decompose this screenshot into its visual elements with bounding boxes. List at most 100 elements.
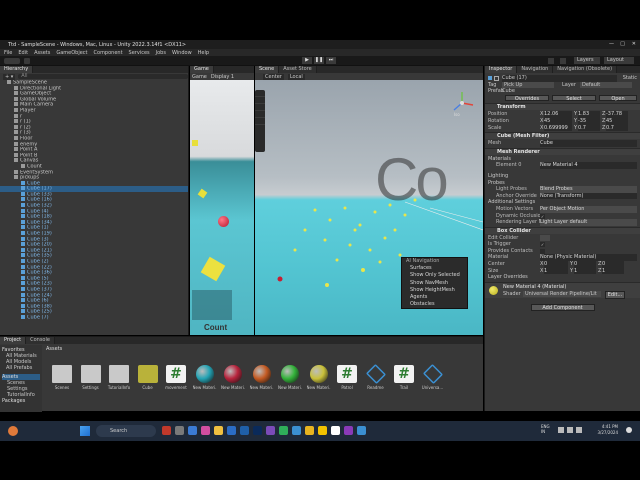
- active-checkbox[interactable]: [494, 76, 499, 81]
- transform-tool-icon[interactable]: [255, 125, 265, 132]
- app-icon[interactable]: [292, 426, 301, 435]
- size-z[interactable]: 1: [602, 267, 624, 275]
- tab-project[interactable]: Project: [0, 337, 27, 344]
- select-button[interactable]: Select: [552, 94, 596, 102]
- asset-item[interactable]: New Materi...: [221, 365, 245, 390]
- overrides-button[interactable]: Overrides: [505, 94, 549, 102]
- menu-file[interactable]: File: [4, 50, 12, 56]
- tag-dropdown[interactable]: Pick Up: [502, 81, 554, 89]
- static-label[interactable]: Static: [623, 75, 637, 82]
- scale-tool-icon[interactable]: [255, 111, 265, 118]
- favorite-item[interactable]: All Prefabs: [2, 365, 40, 371]
- nav-surfaces[interactable]: Surfaces: [402, 265, 467, 272]
- center-y[interactable]: 0: [574, 261, 596, 268]
- wifi-icon[interactable]: [558, 427, 564, 433]
- asset-item[interactable]: Settings: [79, 365, 103, 390]
- nav-show-navmesh[interactable]: Show NavMesh: [402, 280, 467, 287]
- tab-navigation-obsolete[interactable]: Navigation (Obsolete): [553, 66, 618, 73]
- collider-material-field[interactable]: None (Physic Material): [540, 254, 637, 262]
- anchor-field[interactable]: None (Transform): [540, 192, 637, 200]
- app-icon[interactable]: [357, 426, 366, 435]
- asset-item[interactable]: TutorialInfo: [107, 365, 131, 390]
- asset-item[interactable]: New Materi...: [278, 365, 302, 390]
- menu-gameobject[interactable]: GameObject: [56, 50, 87, 56]
- packages-label[interactable]: Packages: [2, 398, 40, 404]
- tab-game[interactable]: Game: [190, 66, 214, 73]
- element0-field[interactable]: New Material 4: [540, 162, 637, 169]
- layout-dropdown[interactable]: Layout: [604, 57, 634, 64]
- hierarchy-item[interactable]: Cube (7): [0, 314, 188, 321]
- transform-header[interactable]: Transform: [485, 103, 640, 111]
- nav-obstacles[interactable]: Obstacles: [402, 301, 467, 308]
- menu-services[interactable]: Services: [129, 50, 150, 56]
- game-mode-dropdown[interactable]: Game: [192, 74, 207, 80]
- asset-item[interactable]: New Materi...: [250, 365, 274, 390]
- asset-item[interactable]: Universa...: [421, 363, 445, 390]
- hierarchy-search-input[interactable]: All: [18, 74, 188, 79]
- asset-item[interactable]: # Trail: [392, 365, 416, 390]
- materials-row[interactable]: Materials: [488, 156, 637, 163]
- language-indicator[interactable]: ENG IN: [541, 424, 550, 434]
- object-name-field[interactable]: Cube (17): [502, 75, 617, 82]
- dynamic-checkbox[interactable]: ✓: [540, 213, 545, 219]
- rotation-x[interactable]: 45: [544, 117, 572, 125]
- hand-tool-icon[interactable]: [255, 90, 265, 97]
- whatsapp-icon[interactable]: [279, 426, 288, 435]
- scene-viewport[interactable]: Co Iso AI Navigation Surfaces Show Only …: [255, 80, 483, 335]
- shader-dropdown[interactable]: Universal Render Pipeline/Lit: [523, 290, 601, 297]
- rendering-dropdown[interactable]: Light Layer default: [540, 219, 637, 226]
- is-trigger-checkbox[interactable]: ✓: [540, 242, 545, 248]
- lighting-row[interactable]: Lighting: [488, 173, 637, 180]
- probes-row[interactable]: Probes: [488, 180, 637, 187]
- volume-icon[interactable]: [567, 427, 573, 433]
- nav-agents[interactable]: Agents: [402, 294, 467, 301]
- edge-icon[interactable]: [227, 426, 236, 435]
- app-icon[interactable]: [240, 426, 249, 435]
- rotation-z[interactable]: 45: [606, 117, 628, 125]
- provides-contacts-checkbox[interactable]: [540, 248, 545, 254]
- menu-component[interactable]: Component: [94, 50, 123, 56]
- motion-dropdown[interactable]: Per Object Motion: [540, 205, 637, 213]
- asset-item[interactable]: New Materi...: [307, 365, 331, 390]
- scene-gizmo[interactable]: Iso: [449, 90, 475, 117]
- position-x[interactable]: 12.06: [544, 111, 572, 118]
- rotation-y[interactable]: -35: [578, 117, 600, 125]
- ai-navigation-overlay[interactable]: AI Navigation Surfaces Show Only Selecte…: [401, 257, 468, 309]
- tab-console[interactable]: Console: [26, 337, 55, 344]
- unity-icon[interactable]: [331, 426, 340, 435]
- light-probes-dropdown[interactable]: Blend Probes: [540, 186, 637, 193]
- display-dropdown[interactable]: Display 1: [211, 74, 234, 80]
- menu-help[interactable]: Help: [198, 50, 209, 56]
- create-button[interactable]: + ▾: [3, 73, 16, 80]
- game-viewport[interactable]: Count: [190, 80, 254, 335]
- menu-window[interactable]: Window: [172, 50, 192, 56]
- chrome-icon[interactable]: [305, 426, 314, 435]
- close-icon[interactable]: ✕: [632, 41, 636, 47]
- scale-y[interactable]: 0.7: [578, 124, 600, 132]
- rotate-tool-icon[interactable]: [255, 104, 265, 111]
- app-icon[interactable]: [162, 426, 171, 435]
- account-button[interactable]: [4, 58, 20, 64]
- position-z[interactable]: -37.78: [606, 111, 628, 118]
- size-y[interactable]: 1: [574, 267, 596, 275]
- pivot-dropdown[interactable]: Center: [263, 73, 284, 80]
- play-icon[interactable]: ▶: [302, 57, 312, 64]
- menu-jobs[interactable]: Jobs: [156, 50, 166, 56]
- taskbar-search-input[interactable]: Search: [96, 425, 156, 437]
- tab-scene[interactable]: Scene: [255, 66, 280, 73]
- battery-icon[interactable]: [576, 427, 582, 433]
- app-icon[interactable]: [188, 426, 197, 435]
- center-z[interactable]: 0: [602, 261, 624, 268]
- prefab-value[interactable]: Cube: [502, 88, 637, 95]
- scale-z[interactable]: 0.7: [606, 124, 628, 132]
- minimize-icon[interactable]: —: [609, 41, 614, 47]
- maximize-icon[interactable]: □: [620, 41, 625, 47]
- asset-item[interactable]: # movement: [164, 365, 188, 390]
- tab-hierarchy[interactable]: Hierarchy: [0, 66, 34, 73]
- pause-icon[interactable]: ❚❚: [314, 57, 324, 64]
- tab-navigation[interactable]: Navigation: [517, 66, 554, 73]
- scale-x[interactable]: 0.699999: [544, 124, 572, 132]
- file-explorer-icon[interactable]: [214, 426, 223, 435]
- move-tool-icon[interactable]: [255, 97, 265, 104]
- clock[interactable]: 4:41 PM 3/27/2024: [588, 424, 618, 436]
